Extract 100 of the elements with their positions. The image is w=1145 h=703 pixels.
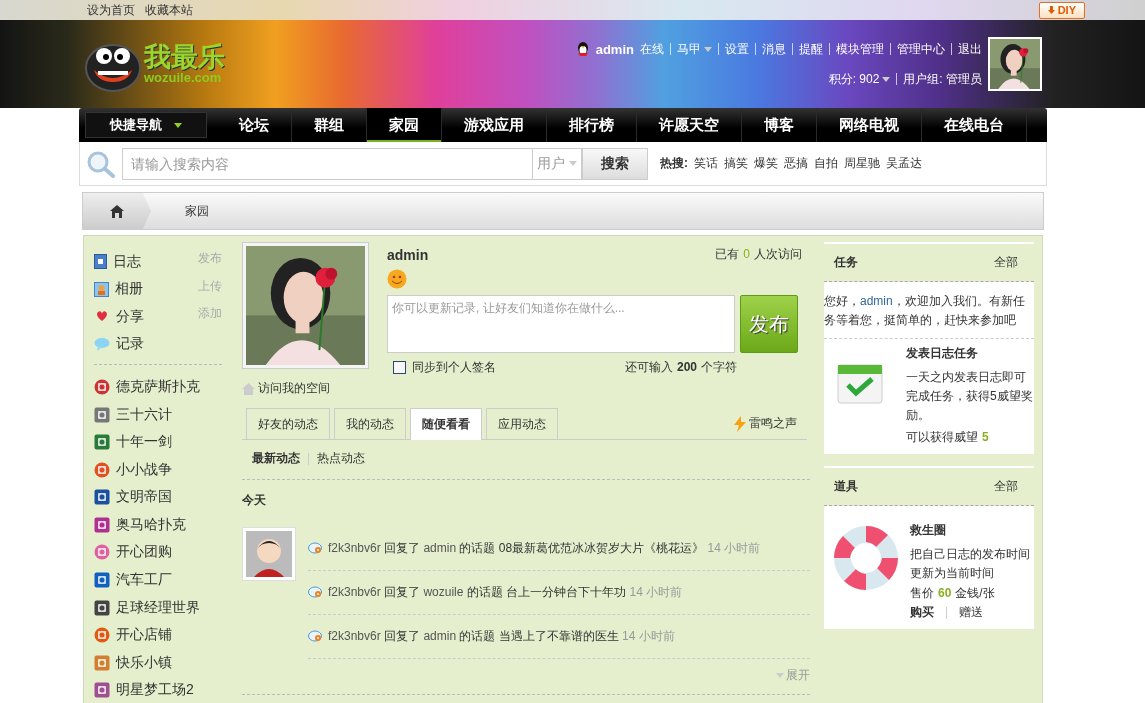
panel-title: 道具: [834, 478, 858, 495]
user-link[interactable]: admin: [860, 294, 893, 308]
sidebar-link[interactable]: 日志: [113, 252, 141, 271]
profile-name: admin: [387, 246, 429, 263]
nav-item[interactable]: 论坛: [217, 108, 292, 142]
header-link[interactable]: 消息: [762, 40, 786, 58]
app-link[interactable]: 十年一剑: [116, 433, 172, 452]
caret-icon: [174, 122, 182, 128]
feed-tab[interactable]: 好友的动态: [246, 408, 330, 440]
sidebar-link[interactable]: 分享: [116, 307, 144, 326]
nav-item[interactable]: 家园: [367, 108, 442, 142]
smiley-icon[interactable]: [387, 269, 407, 289]
thunder-link[interactable]: 雷鸣之声: [733, 415, 797, 432]
app-icon: [94, 682, 110, 699]
user-group: 用户组: 管理员: [903, 70, 982, 88]
task-name: 发表日志任务: [906, 345, 979, 362]
feed-tab[interactable]: 随便看看: [410, 408, 482, 440]
caret-icon: [776, 673, 784, 678]
sync-checkbox[interactable]: 同步到个人签名: [393, 359, 496, 376]
topic-link[interactable]: 台上一分钟台下十年功: [506, 585, 627, 599]
search-field[interactable]: 请输入搜索内容: [122, 147, 532, 180]
hot-search-link[interactable]: 恶搞: [784, 155, 808, 172]
hot-search-link[interactable]: 搞笑: [724, 155, 748, 172]
user-link[interactable]: admin: [423, 541, 457, 555]
header-link[interactable]: 提醒: [799, 40, 823, 58]
status-field[interactable]: 你可以更新记录, 让好友们知道你在做什么...: [387, 295, 735, 353]
app-link[interactable]: 三十六计: [116, 405, 172, 424]
header-link[interactable]: 设置: [725, 40, 749, 58]
app-link[interactable]: 足球经理世界: [116, 598, 200, 617]
app-link[interactable]: 开心店铺: [116, 626, 172, 645]
app-link[interactable]: 快乐小镇: [116, 653, 172, 672]
nav-item[interactable]: 网络电视: [817, 108, 922, 142]
app-icon: [94, 434, 110, 451]
gift-link[interactable]: 赠送: [959, 604, 983, 621]
user-link[interactable]: f2k3nbv6r: [328, 541, 381, 555]
user-link[interactable]: f2k3nbv6r: [328, 585, 381, 599]
app-icon: [94, 571, 110, 588]
app-link[interactable]: 德克萨斯扑克: [116, 378, 200, 397]
feed-tab[interactable]: 应用动态: [486, 408, 558, 440]
app-icon: [94, 599, 110, 616]
app-link[interactable]: 开心团购: [116, 543, 172, 562]
home-button[interactable]: [83, 193, 151, 229]
topic-link[interactable]: 当遇上了不靠谱的医生: [498, 629, 619, 643]
nav-item[interactable]: 排行榜: [547, 108, 637, 142]
points-link[interactable]: 积分: 902: [828, 70, 891, 88]
nav-item[interactable]: 许愿天空: [637, 108, 742, 142]
app-link[interactable]: 奥马哈扑克: [116, 515, 186, 534]
view-all-link[interactable]: 全部: [994, 254, 1018, 271]
hot-search-link[interactable]: 吴孟达: [886, 155, 922, 172]
sidebar-link[interactable]: 记录: [116, 335, 144, 354]
user-link[interactable]: admin: [423, 629, 457, 643]
header-link[interactable]: 退出: [958, 40, 982, 58]
user-link[interactable]: wozuile: [423, 585, 464, 599]
avatar[interactable]: [242, 527, 296, 581]
header-link[interactable]: 管理中心: [897, 40, 945, 58]
speech-bubble-icon: [94, 337, 110, 352]
app-link[interactable]: 文明帝国: [116, 488, 172, 507]
app-icon: [94, 379, 110, 396]
app-link[interactable]: 明星梦工场2: [116, 681, 194, 700]
username-link[interactable]: admin: [595, 41, 634, 57]
top-link[interactable]: 设为首页: [87, 1, 135, 19]
day-heading: 今天: [242, 492, 267, 509]
visit-count: 已有 0 人次访问: [715, 246, 802, 263]
feed-tab[interactable]: 我的动态: [334, 408, 406, 440]
feed-entry-text: f2k3nbv6r 回复了 admin 的话题 当遇上了不靠谱的医生 14 小时前: [328, 628, 675, 645]
logo-domain: wozuile.com: [144, 71, 223, 84]
task-description: 一天之内发表日志即可完成任务，获得5威望奖励。: [906, 369, 1034, 424]
app-link[interactable]: 小小战争: [116, 460, 172, 479]
search-icon: [86, 149, 116, 178]
feed-entry-text: f2k3nbv6r 回复了 admin 的话题 08最新葛优范冰冰贺岁大片《桃花运》 14 小时前: [328, 540, 761, 557]
breadcrumb-text: 家园: [185, 202, 209, 220]
header-link[interactable]: 模块管理: [836, 40, 884, 58]
user-link[interactable]: f2k3nbv6r: [328, 629, 381, 643]
nav-item[interactable]: 游戏应用: [442, 108, 547, 142]
buy-link[interactable]: 购买: [910, 604, 934, 621]
panel-title: 任务: [834, 254, 858, 271]
search-button[interactable]: 搜索: [582, 147, 648, 180]
subtab-link[interactable]: 最新动态: [252, 450, 300, 467]
visit-space-link[interactable]: 访问我的空间: [242, 380, 810, 397]
app-link[interactable]: 汽车工厂: [116, 570, 172, 589]
top-link[interactable]: 收藏本站: [145, 1, 193, 19]
nav-item[interactable]: 博客: [742, 108, 817, 142]
hot-search-link[interactable]: 笑话: [694, 155, 718, 172]
quick-nav-button[interactable]: 快捷导航: [85, 112, 207, 138]
logo-text: 我最乐: [144, 44, 225, 71]
home-icon: [110, 204, 124, 218]
hot-search-link[interactable]: 自拍: [814, 155, 838, 172]
hot-search-link[interactable]: 周星驰: [844, 155, 880, 172]
feed-entry-text: f2k3nbv6r 回复了 wozuile 的话题 台上一分钟台下十年功 14 小时前: [328, 584, 683, 601]
hot-search-link[interactable]: 爆笑: [754, 155, 778, 172]
app-icon: [94, 461, 110, 478]
tool-price: 售价 60 金钱/张: [910, 585, 996, 602]
topic-link[interactable]: 08最新葛优范冰冰贺岁大片《桃花运》: [498, 541, 705, 555]
caret-icon: [704, 46, 712, 52]
subtab-link[interactable]: 热点动态: [317, 450, 365, 467]
sidebar-link[interactable]: 相册: [115, 280, 143, 299]
caret-icon: [882, 76, 891, 82]
nav-item[interactable]: 在线电台: [922, 108, 1027, 142]
reply-icon: [308, 542, 323, 555]
view-all-link[interactable]: 全部: [994, 478, 1018, 495]
